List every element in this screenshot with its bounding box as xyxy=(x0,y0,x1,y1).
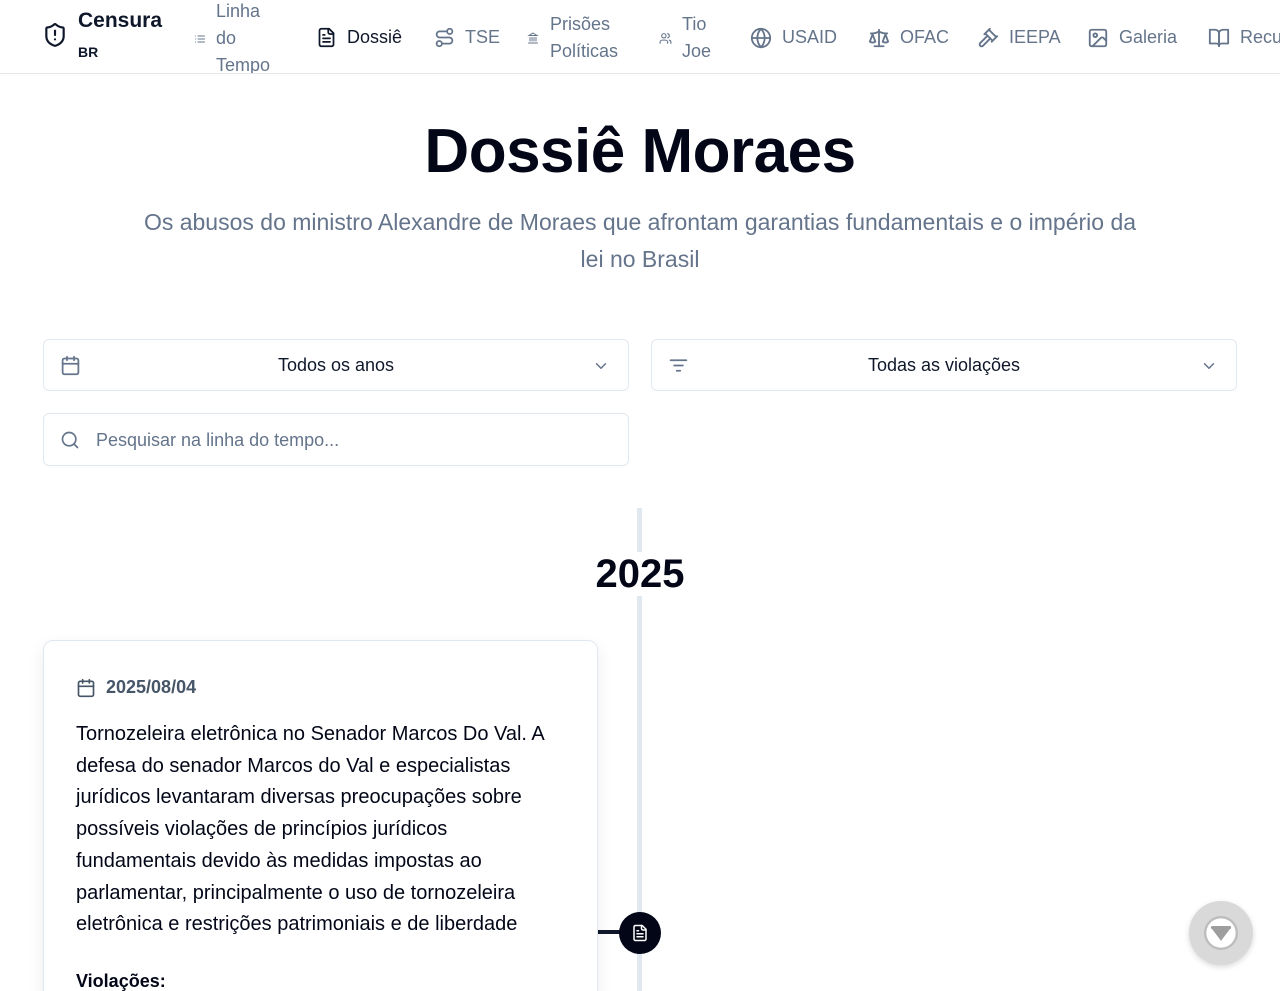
users-icon xyxy=(659,32,672,44)
nav-item-ieepa[interactable]: IEEPA xyxy=(977,24,1061,51)
filter-icon xyxy=(669,359,688,372)
nav-label: OFAC xyxy=(900,27,950,47)
violation-select-value: Todas as violações xyxy=(867,354,1021,375)
nav-item-tio-joe[interactable]: Tio Joe xyxy=(659,11,729,65)
nav-label: Tio Joe xyxy=(682,14,712,61)
year-select-value: Todos os anos xyxy=(277,354,395,375)
nav-label: Dossiê xyxy=(347,27,403,47)
nav-item-ofac[interactable]: OFAC xyxy=(868,24,949,51)
calendar-icon xyxy=(61,355,80,376)
gavel-icon xyxy=(978,27,999,47)
nav-item-usaid[interactable]: USAID xyxy=(750,24,837,51)
nav-item-recursos[interactable]: Recu xyxy=(1208,24,1280,51)
card-description: Tornozeleira eletrônica no Senador Marco… xyxy=(76,723,544,936)
card-date-text: 2025/08/04 xyxy=(106,677,197,697)
scale-icon xyxy=(868,28,890,47)
nav-item-dossie[interactable]: Dossiê xyxy=(316,24,402,51)
timeline-marker[interactable] xyxy=(619,912,661,954)
nav-label: IEEPA xyxy=(1009,27,1061,47)
search-icon xyxy=(61,431,79,449)
page-title: Dossiê Moraes xyxy=(424,117,856,186)
landmark-icon xyxy=(527,32,539,44)
nav-item-galeria[interactable]: Galeria xyxy=(1087,24,1177,51)
nav-label: TSE xyxy=(465,27,501,47)
brand-title: Censura xyxy=(78,9,163,32)
route-icon xyxy=(435,27,454,48)
violation-select[interactable]: Todas as violações xyxy=(651,339,1237,391)
top-navbar: Censura BR Linha do Tempo Dossiê TSE Pri… xyxy=(0,0,1280,74)
chevron-down-icon xyxy=(595,363,607,369)
calendar-icon xyxy=(77,678,95,697)
file-text-icon xyxy=(633,924,647,942)
card-violations-label: Violações: xyxy=(76,971,166,991)
nav-label: Prisões Políticas xyxy=(550,14,619,61)
shield-alert-icon xyxy=(45,22,65,47)
nav-label: USAID xyxy=(782,27,838,47)
nav-label: Galeria xyxy=(1119,27,1178,47)
card-date: 2025/08/04 xyxy=(76,677,196,698)
nav-label: Linha do Tempo xyxy=(216,1,271,74)
list-icon xyxy=(195,35,205,42)
floating-action-button[interactable] xyxy=(1189,901,1253,965)
file-text-icon xyxy=(318,27,335,48)
nav-item-prisoes-politicas[interactable]: Prisões Políticas xyxy=(527,11,637,65)
book-open-icon xyxy=(1208,28,1230,47)
search-input[interactable] xyxy=(96,424,606,456)
brand-logo[interactable]: Censura BR xyxy=(42,10,162,59)
year-select[interactable]: Todos os anos xyxy=(43,339,629,391)
page-subtitle: Os abusos do ministro Alexandre de Morae… xyxy=(143,209,1137,272)
nav-item-tse[interactable]: TSE xyxy=(434,24,500,51)
timeline-search xyxy=(43,413,629,466)
image-icon xyxy=(1088,28,1108,47)
brand-subtitle: BR xyxy=(78,44,99,60)
nav-item-linha-do-tempo[interactable]: Linha do Tempo xyxy=(194,0,294,74)
timeline-card[interactable]: 2025/08/04 Tornozeleira eletrônica no Se… xyxy=(43,640,598,991)
nav-label: Recu xyxy=(1240,27,1280,47)
timeline-year-heading: 2025 xyxy=(0,552,1280,597)
chevron-down-circle-icon xyxy=(1203,915,1239,951)
globe-icon xyxy=(750,27,772,48)
timeline-year: 2025 xyxy=(593,552,687,596)
chevron-down-icon xyxy=(1203,363,1215,369)
